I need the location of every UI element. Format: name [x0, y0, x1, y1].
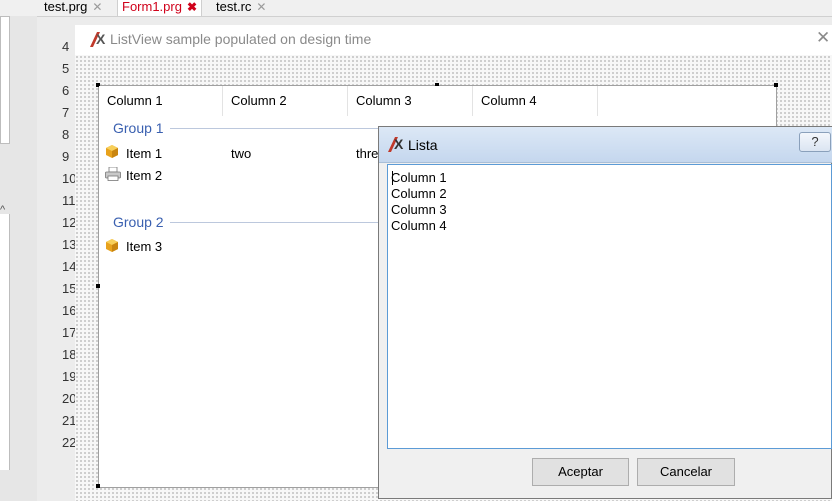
side-panel-top[interactable]	[0, 16, 10, 144]
tab-label: test.rc	[216, 0, 252, 14]
cancel-button[interactable]: Cancelar	[637, 458, 735, 486]
text-line: Column 4	[391, 218, 447, 233]
list-item[interactable]: Item 1	[126, 146, 162, 162]
side-panel-bottom[interactable]	[0, 214, 10, 470]
close-icon[interactable]: ✕	[256, 0, 266, 14]
line-number: 4	[62, 39, 70, 54]
cube-icon	[106, 145, 118, 158]
printer-icon	[105, 167, 121, 181]
column-header-1[interactable]: Column 1	[99, 86, 223, 116]
close-icon[interactable]: ✕	[92, 0, 102, 14]
line-number: 6	[62, 83, 70, 98]
line-number: 8	[62, 127, 70, 142]
tab-form1-prg[interactable]: Form1.prg ✖	[117, 0, 203, 16]
dialog-text-area[interactable]: Column 1 Column 2 Column 3 Column 4	[387, 164, 832, 449]
cube-icon	[106, 239, 118, 252]
list-item[interactable]: Item 3	[126, 239, 162, 255]
tab-test-prg[interactable]: test.prg ✕	[44, 0, 102, 16]
close-icon[interactable]: ✕	[816, 28, 830, 48]
resize-handle[interactable]	[96, 284, 100, 288]
form-title: ListView sample populated on design time	[110, 31, 372, 47]
line-number: 11	[62, 193, 76, 208]
tab-label: Form1.prg	[122, 0, 182, 14]
svg-text:X: X	[394, 136, 404, 152]
list-cell: two	[231, 146, 252, 161]
text-line: Column 3	[391, 202, 447, 217]
svg-text:X: X	[96, 31, 106, 47]
help-button[interactable]: ?	[799, 132, 831, 152]
dialog-titlebar[interactable]	[379, 127, 832, 163]
dialog-title: Lista	[408, 137, 438, 153]
close-icon[interactable]: ✖	[187, 0, 197, 14]
resize-handle[interactable]	[96, 484, 100, 488]
column-header-2[interactable]: Column 2	[223, 86, 348, 116]
list-item[interactable]: Item 2	[126, 168, 162, 184]
column-header-3[interactable]: Column 3	[348, 86, 473, 116]
text-line: Column 2	[391, 186, 447, 201]
text-line: Column 1	[391, 170, 447, 185]
text-caret	[392, 171, 393, 185]
line-number: 5	[62, 61, 70, 76]
list-cell: thre	[356, 146, 379, 161]
line-number: 7	[62, 105, 70, 120]
tab-label: test.prg	[44, 0, 88, 14]
group-label[interactable]: Group 2	[113, 214, 170, 230]
app-logo-icon: X	[90, 31, 106, 47]
group-label[interactable]: Group 1	[113, 120, 170, 136]
resize-handle[interactable]	[774, 83, 778, 87]
tab-test-rc[interactable]: test.rc ✕	[216, 0, 266, 16]
line-number: 9	[62, 149, 70, 164]
column-header-4[interactable]: Column 4	[473, 86, 598, 116]
app-logo-icon: X	[388, 136, 404, 152]
accept-button[interactable]: Aceptar	[532, 458, 629, 486]
